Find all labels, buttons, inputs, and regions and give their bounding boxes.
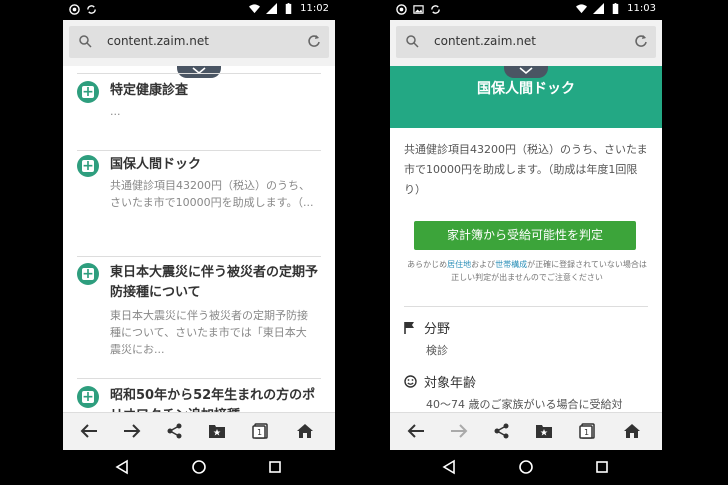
url-text: content.zaim.net (107, 34, 209, 48)
list-item-title: 国保人間ドック (110, 157, 202, 172)
back-icon[interactable] (80, 423, 98, 439)
section-value: 検診 (426, 344, 448, 357)
household-link[interactable]: 世帯構成 (495, 260, 527, 269)
tabs-icon[interactable]: 1 (252, 423, 268, 439)
share-icon[interactable] (494, 423, 510, 439)
list-item-desc: 共通健診項目43200円（税込）のうち、さいたま市で10000円を助成します。（… (110, 179, 314, 209)
search-icon (406, 35, 419, 48)
list-item-title: 特定健康診査 (110, 83, 189, 98)
bookmark-icon[interactable] (208, 423, 226, 439)
system-nav-bar (63, 450, 335, 485)
registration-note: あらかじめ居住地および世帯構成が正確に登録されていない場合は正しい判定が出ません… (404, 258, 650, 284)
sync-icon (87, 5, 96, 14)
url-field[interactable]: content.zaim.net (396, 26, 656, 58)
benefit-description: 共通健診項目43200円（税込）のうち、さいたま市で10000円を助成します。（… (404, 143, 648, 196)
image-icon (413, 5, 424, 14)
list-item-title: 東日本大震災に伴う被災者の定期予防接種について (110, 265, 319, 300)
note-text: あらかじめ (407, 260, 448, 269)
forward-icon[interactable] (450, 423, 468, 439)
check-eligibility-button[interactable]: 家計簿から受給可能性を判定 (414, 221, 636, 250)
divider (77, 256, 321, 257)
list-item-desc: ... (110, 105, 121, 118)
url-text: content.zaim.net (434, 34, 536, 48)
share-icon[interactable] (167, 423, 183, 439)
chevron-down-icon (519, 67, 533, 75)
note-text: および (471, 260, 496, 269)
page-content: 国保人間ドック 共通健診項目43200円（税込）のうち、さいたま市で10000円… (390, 66, 662, 412)
status-time: 11:03 (627, 3, 656, 14)
plus-badge-icon (77, 81, 99, 103)
notification-icon (69, 4, 80, 15)
residence-link[interactable]: 居住地 (447, 260, 471, 269)
status-time: 11:02 (300, 3, 329, 14)
divider (77, 378, 321, 379)
status-bar: 11:03 (390, 0, 662, 20)
plus-badge-icon (77, 155, 99, 177)
divider (77, 73, 321, 74)
signal-icon (593, 3, 605, 14)
smiley-icon (404, 375, 417, 388)
system-nav-bar (390, 450, 662, 485)
wifi-icon (576, 4, 588, 14)
reload-icon[interactable] (634, 34, 648, 48)
battery-icon (285, 3, 292, 14)
wifi-icon (249, 4, 261, 14)
flag-icon (404, 322, 414, 334)
phone-screen-left: 11:02 content.zaim.net 特定健康診査 ... 国保人間ドッ… (63, 0, 335, 485)
tabs-icon[interactable]: 1 (579, 423, 595, 439)
nav-home-icon[interactable] (191, 459, 207, 475)
collapse-toggle[interactable] (504, 66, 548, 78)
list-item-desc: 東日本大震災に伴う被災者の定期予防接種について、さいたま市では「東日本大震災にお… (110, 309, 308, 356)
svg-text:1: 1 (257, 428, 262, 437)
page-title: 国保人間ドック (477, 81, 575, 97)
forward-icon[interactable] (123, 423, 141, 439)
search-icon (79, 35, 92, 48)
sync-icon (431, 5, 440, 14)
battery-icon (612, 3, 619, 14)
section-value: 40〜74 歳のご家族がいる場合に受給対 (426, 398, 623, 411)
home-icon[interactable] (296, 423, 314, 439)
nav-back-icon[interactable] (115, 459, 129, 475)
nav-back-icon[interactable] (442, 459, 456, 475)
list-item-title: 昭和50年から52年生まれの方のポリオワクチン追加接種 (110, 388, 316, 412)
nav-home-icon[interactable] (518, 459, 534, 475)
address-bar: content.zaim.net (63, 20, 335, 66)
notification-icon (396, 4, 407, 15)
back-icon[interactable] (407, 423, 425, 439)
nav-recents-icon[interactable] (595, 459, 609, 475)
url-field[interactable]: content.zaim.net (69, 26, 329, 58)
section-title: 分野 (424, 322, 451, 337)
status-bar: 11:02 (63, 0, 335, 20)
address-bar: content.zaim.net (390, 20, 662, 66)
svg-text:1: 1 (584, 428, 589, 437)
home-icon[interactable] (623, 423, 641, 439)
phone-screen-right: 11:03 content.zaim.net 国保人間ドック 共通健診項目432… (390, 0, 662, 485)
section-title: 対象年齢 (424, 376, 477, 391)
collapse-toggle[interactable] (177, 66, 221, 78)
plus-badge-icon (77, 386, 99, 408)
browser-toolbar: 1 (390, 412, 662, 451)
plus-badge-icon (77, 263, 99, 285)
divider (404, 306, 648, 307)
divider (77, 150, 321, 151)
browser-toolbar: 1 (63, 412, 335, 451)
nav-recents-icon[interactable] (268, 459, 282, 475)
reload-icon[interactable] (307, 34, 321, 48)
page-content: 特定健康診査 ... 国保人間ドック 共通健診項目43200円（税込）のうち、さ… (63, 66, 335, 412)
signal-icon (266, 3, 278, 14)
bookmark-icon[interactable] (535, 423, 553, 439)
